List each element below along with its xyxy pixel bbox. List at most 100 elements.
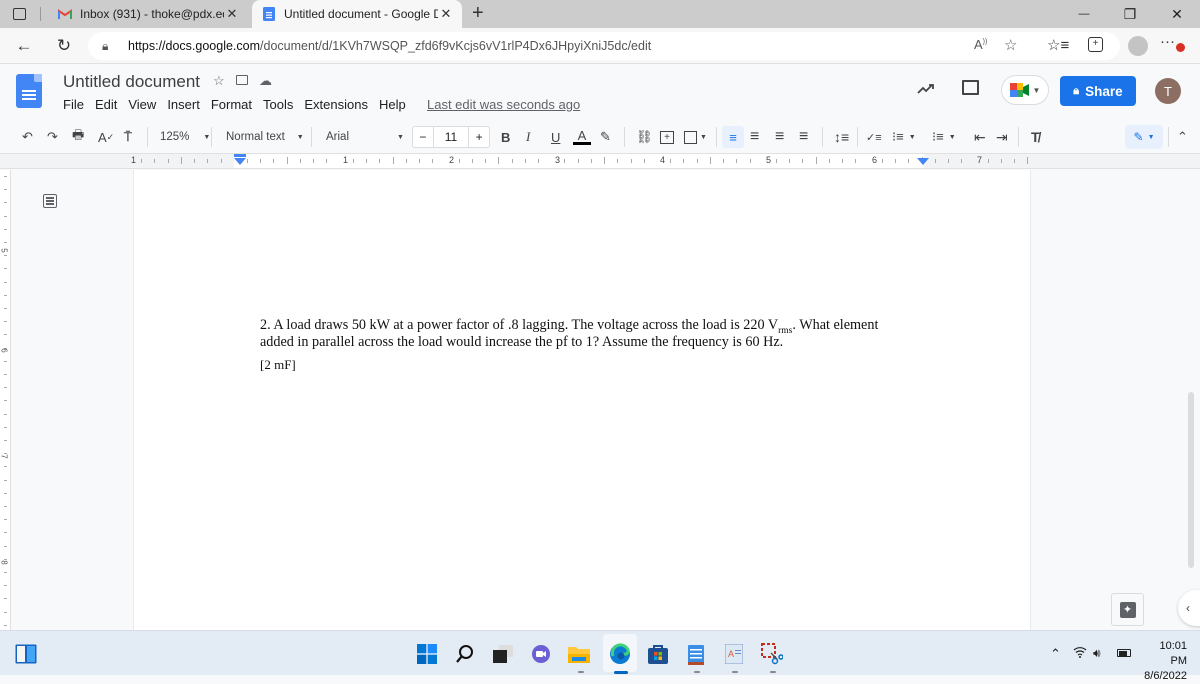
- start-button[interactable]: [415, 642, 439, 666]
- increase-font-size-button[interactable]: +: [468, 127, 489, 147]
- notepad-icon[interactable]: [684, 642, 708, 666]
- decrease-font-size-button[interactable]: −: [413, 127, 434, 147]
- bold-button[interactable]: B: [501, 128, 510, 146]
- vertical-ruler[interactable]: 5 6 7 8: [0, 170, 11, 630]
- google-docs-logo[interactable]: [16, 74, 42, 108]
- bulleted-list-icon[interactable]: ⁝≡ ▼: [892, 128, 916, 146]
- snipping-tool-icon[interactable]: [760, 642, 784, 666]
- spellcheck-icon[interactable]: A ✓: [98, 128, 114, 146]
- url-text[interactable]: https://docs.google.com/document/d/1KVh7…: [128, 39, 651, 53]
- wordpad-icon[interactable]: A: [722, 642, 746, 666]
- zoom-select[interactable]: 125% ▼: [160, 128, 210, 146]
- move-folder-icon[interactable]: [236, 75, 248, 85]
- editing-mode-button[interactable]: ✎ ▼: [1125, 125, 1163, 149]
- document-page[interactable]: 2. A load draws 50 kW at a power factor …: [133, 170, 1031, 630]
- menu-help[interactable]: Help: [379, 97, 406, 112]
- font-size-input[interactable]: 11: [434, 127, 469, 147]
- hide-menus-icon[interactable]: ⌃: [1177, 128, 1188, 146]
- restore-button[interactable]: ❐: [1107, 0, 1153, 28]
- tab-divider: [40, 7, 41, 21]
- ruler-tick: [154, 159, 155, 163]
- comments-icon[interactable]: [962, 80, 979, 95]
- print-icon[interactable]: 🖶︎: [72, 127, 84, 146]
- edge-icon[interactable]: [608, 642, 632, 666]
- menu-file[interactable]: File: [63, 97, 84, 112]
- tab-google-docs[interactable]: Untitled document - Google Doc ✕: [252, 0, 462, 28]
- collections-icon[interactable]: +: [1088, 37, 1103, 52]
- cloud-saved-icon[interactable]: ☁︎: [259, 73, 272, 89]
- menu-extensions[interactable]: Extensions: [304, 97, 368, 112]
- checklist-icon[interactable]: ✓≡: [866, 128, 882, 146]
- profile-icon[interactable]: [1128, 36, 1148, 56]
- teams-chat-icon[interactable]: [529, 642, 553, 666]
- last-edit-link[interactable]: Last edit was seconds ago: [427, 97, 580, 112]
- redo-icon[interactable]: ↷: [47, 128, 58, 146]
- explore-button[interactable]: ✦: [1111, 593, 1144, 626]
- wifi-icon[interactable]: [1073, 646, 1087, 661]
- vertical-scrollbar[interactable]: [1188, 392, 1194, 568]
- tab-gmail[interactable]: Inbox (931) - thoke@pdx.edu - P ✕: [48, 0, 248, 28]
- volume-icon[interactable]: 🔊︎: [1093, 646, 1101, 661]
- account-avatar[interactable]: T: [1155, 78, 1181, 104]
- highlight-color-icon[interactable]: ✎: [600, 128, 611, 146]
- close-tab-icon[interactable]: ✕: [438, 6, 454, 22]
- justify-button[interactable]: ≡: [799, 128, 808, 146]
- add-comment-icon[interactable]: +: [660, 131, 674, 144]
- side-panel-toggle[interactable]: ‹: [1178, 590, 1200, 626]
- back-button[interactable]: ←: [12, 34, 36, 58]
- first-line-indent-marker[interactable]: [234, 158, 246, 165]
- insert-image-icon[interactable]: ▼: [684, 128, 707, 146]
- document-title[interactable]: Untitled document: [63, 72, 200, 92]
- search-icon[interactable]: [453, 642, 477, 666]
- decrease-indent-icon[interactable]: ⇤: [974, 128, 986, 146]
- left-indent-marker[interactable]: [234, 154, 246, 157]
- task-view-icon[interactable]: [491, 642, 515, 666]
- font-select[interactable]: Arial ▼: [326, 128, 404, 146]
- insert-link-icon[interactable]: ⛓︎: [636, 128, 653, 146]
- meet-button[interactable]: ▼: [1001, 75, 1049, 105]
- battery-icon[interactable]: [1117, 649, 1131, 657]
- right-indent-marker[interactable]: [917, 158, 929, 165]
- align-center-button[interactable]: ≡: [750, 128, 759, 146]
- minimize-button[interactable]: —: [1061, 0, 1107, 28]
- widgets-icon[interactable]: [14, 642, 38, 666]
- toolbar-divider: [1018, 127, 1019, 147]
- menu-format[interactable]: Format: [211, 97, 252, 112]
- text-color-button[interactable]: A: [573, 128, 591, 146]
- file-explorer-icon[interactable]: [567, 642, 591, 666]
- line-spacing-icon[interactable]: ↕≡: [834, 128, 849, 146]
- close-window-button[interactable]: ✕: [1154, 0, 1200, 28]
- activity-trend-icon[interactable]: [917, 80, 935, 100]
- show-hidden-icons[interactable]: ⌃: [1050, 646, 1061, 662]
- system-clock[interactable]: 10:01 PM 8/6/2022: [1140, 639, 1187, 684]
- menu-insert[interactable]: Insert: [167, 97, 200, 112]
- document-outline-icon[interactable]: [43, 194, 57, 208]
- numbered-list-icon[interactable]: ⁝≡ ▼: [932, 128, 956, 146]
- star-icon[interactable]: ☆: [213, 73, 225, 89]
- microsoft-store-icon[interactable]: [646, 642, 670, 666]
- align-left-button[interactable]: ≡: [722, 126, 744, 148]
- italic-button[interactable]: I: [526, 128, 530, 146]
- menu-view[interactable]: View: [128, 97, 156, 112]
- read-aloud-icon[interactable]: A)): [974, 37, 987, 52]
- new-tab-button[interactable]: +: [472, 2, 484, 25]
- paint-format-icon[interactable]: ⍑: [124, 128, 132, 146]
- refresh-button[interactable]: ↻: [52, 34, 76, 58]
- menu-tools[interactable]: Tools: [263, 97, 293, 112]
- ruler-tick: [1027, 157, 1028, 164]
- align-right-button[interactable]: ≡: [775, 128, 784, 146]
- paragraph-style-select[interactable]: Normal text ▼: [226, 128, 304, 146]
- favorites-icon[interactable]: ☆≡: [1047, 36, 1069, 54]
- settings-more-icon[interactable]: ···: [1160, 33, 1175, 50]
- add-favorite-icon[interactable]: ☆: [1004, 36, 1017, 54]
- tab-actions-icon[interactable]: [13, 8, 26, 20]
- undo-icon[interactable]: ↶: [22, 128, 33, 146]
- share-button[interactable]: 🔒︎ Share: [1060, 76, 1136, 106]
- close-tab-icon[interactable]: ✕: [224, 6, 240, 22]
- horizontal-ruler[interactable]: 1 1 2 3 4 5 6 7: [0, 153, 1200, 169]
- underline-button[interactable]: U: [551, 128, 560, 146]
- clear-formatting-icon[interactable]: T̸: [1031, 128, 1040, 146]
- address-bar[interactable]: 🔒︎ https://docs.google.com/document/d/1K…: [88, 32, 1120, 60]
- menu-edit[interactable]: Edit: [95, 97, 117, 112]
- increase-indent-icon[interactable]: ⇥: [996, 128, 1008, 146]
